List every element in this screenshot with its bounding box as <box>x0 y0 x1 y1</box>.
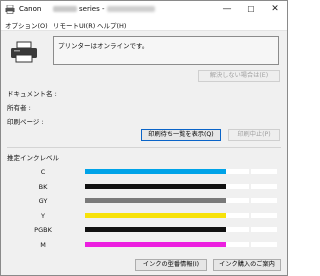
ink-level-bar <box>85 212 249 218</box>
ink-level-row: PGBK <box>1 225 289 235</box>
document-name-label: ドキュメント名 : <box>7 90 57 98</box>
ink-level-bar <box>85 169 249 174</box>
ink-level-fill <box>85 183 227 189</box>
ink-level-fill <box>85 198 227 203</box>
troubleshoot-button[interactable]: 解決しない場合は(E) <box>198 70 280 82</box>
ink-level-end-box <box>251 241 277 247</box>
ink-level-bar <box>85 227 249 232</box>
ink-level-row: Y <box>1 211 289 221</box>
minimize-button[interactable]: — <box>215 1 239 18</box>
menu-bar: オプション(O) リモートUI(R) ヘルプ(H) <box>1 18 287 31</box>
window-title-suffix: series - <box>79 5 105 13</box>
ink-purchase-guide-button[interactable]: インク購入のご案内 <box>213 259 281 271</box>
ink-model-info-button[interactable]: インクの型番情報(I) <box>135 259 207 271</box>
ink-level-fill <box>85 241 227 247</box>
ink-name-label: PGBK <box>34 226 52 234</box>
ink-level-end-box <box>251 227 277 232</box>
close-button[interactable]: ✕ <box>263 1 287 18</box>
ink-level-bar <box>85 198 249 203</box>
ink-level-end-box <box>251 198 277 203</box>
ink-level-end-box <box>251 169 277 174</box>
status-message: プリンターはオンラインです。 <box>58 42 149 50</box>
maximize-button[interactable]: ☐ <box>239 1 263 18</box>
menu-options[interactable]: オプション(O) <box>5 20 48 30</box>
printing-page-label: 印刷ページ : <box>7 118 44 126</box>
ink-level-end-box <box>251 183 277 189</box>
title-bar[interactable]: Canon series - — ☐ ✕ <box>1 1 287 18</box>
ink-level-row: GY <box>1 196 289 206</box>
menu-help[interactable]: ヘルプ(H) <box>97 20 126 30</box>
status-monitor-window: Canon series - — ☐ ✕ オプション(O) リモートUI(R) … <box>0 0 288 276</box>
ink-level-bar <box>85 183 249 189</box>
ink-name-label: BK <box>38 182 48 191</box>
show-print-queue-button[interactable]: 印刷待ち一覧を表示(Q) <box>141 129 221 141</box>
printer-app-icon <box>5 5 15 14</box>
section-divider <box>7 147 281 148</box>
window-title-brand: Canon <box>19 5 42 13</box>
owner-label: 所有者 : <box>7 104 31 112</box>
ink-level-fill <box>85 169 227 174</box>
window-title-model-redacted <box>53 6 77 12</box>
printer-status-icon <box>11 41 37 63</box>
ink-level-row: BK <box>1 182 289 192</box>
ink-name-label: Y <box>41 211 45 220</box>
ink-level-row: C <box>1 167 289 177</box>
ink-level-section-label: 推定インクレベル <box>7 154 59 162</box>
ink-level-end-box <box>251 212 277 218</box>
ink-level-fill <box>85 227 227 232</box>
cancel-printing-button[interactable]: 印刷中止(P) <box>228 129 280 141</box>
ink-level-row: M <box>1 240 289 250</box>
status-message-box: プリンターはオンラインです。 <box>53 36 279 65</box>
menu-remote-ui[interactable]: リモートUI(R) <box>53 20 95 30</box>
ink-name-label: C <box>40 168 46 176</box>
ink-name-label: M <box>40 240 46 249</box>
window-title-printer-redacted <box>107 6 155 12</box>
ink-level-bar <box>85 241 249 247</box>
ink-name-label: GY <box>38 197 48 205</box>
ink-level-fill <box>85 212 227 218</box>
